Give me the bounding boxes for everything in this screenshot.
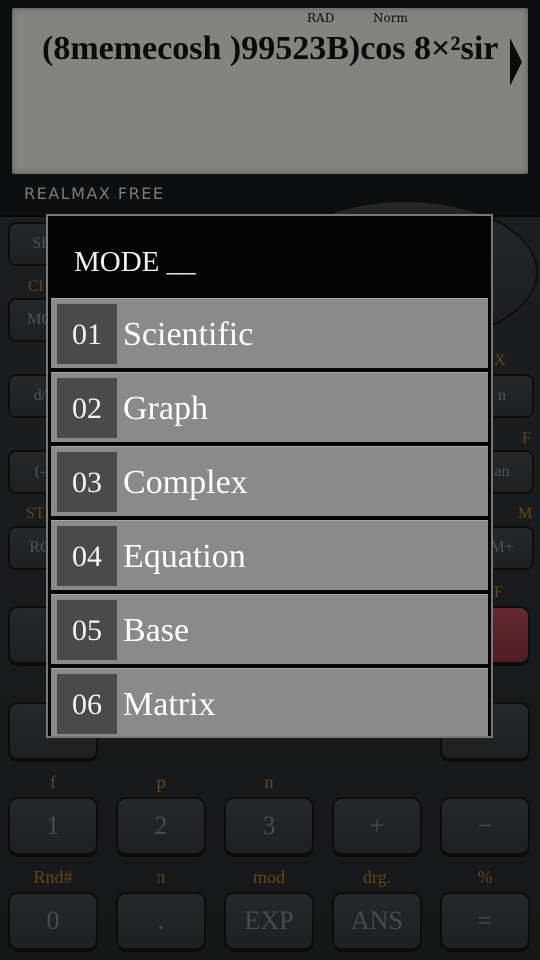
mode-number: 02 xyxy=(57,378,117,438)
mode-item-graph[interactable]: 02 Graph xyxy=(51,372,488,442)
mode-label: Equation xyxy=(123,538,246,575)
mode-number: 04 xyxy=(57,526,117,586)
mode-label: Complex xyxy=(123,464,248,501)
mode-label: Scientific xyxy=(123,316,254,353)
mode-item-scientific[interactable]: 01 Scientific xyxy=(51,298,488,368)
mode-item-matrix[interactable]: 06 Matrix xyxy=(51,668,488,736)
mode-item-equation[interactable]: 04 Equation xyxy=(51,520,488,590)
mode-label: Base xyxy=(123,612,190,649)
mode-number: 06 xyxy=(57,674,117,734)
dialog-title: MODE __ xyxy=(74,246,196,278)
mode-item-base[interactable]: 05 Base xyxy=(51,594,488,664)
mode-number: 01 xyxy=(57,304,117,364)
mode-number: 03 xyxy=(57,452,117,512)
mode-item-complex[interactable]: 03 Complex xyxy=(51,446,488,516)
mode-number: 05 xyxy=(57,600,117,660)
mode-label: Graph xyxy=(123,390,208,427)
mode-dialog: MODE __ 01 Scientific 02 Graph 03 Comple… xyxy=(46,214,493,738)
mode-label: Matrix xyxy=(123,686,216,723)
